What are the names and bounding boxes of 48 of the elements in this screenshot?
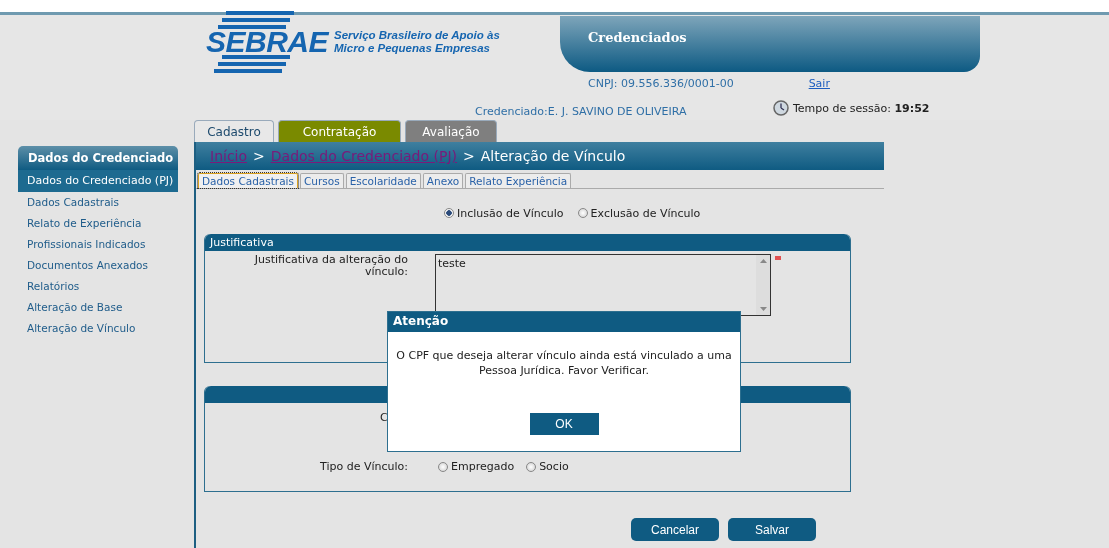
app-title: Credenciados — [588, 30, 687, 45]
breadcrumb-separator: > — [253, 148, 265, 164]
logo-tagline: Serviço Brasileiro de Apoio às — [334, 29, 500, 42]
sidebar-item[interactable]: Documentos Anexados — [18, 255, 178, 276]
sidebar-item[interactable]: Dados do Credenciado (PJ) — [18, 170, 178, 192]
sidebar-item[interactable]: Relatórios — [18, 276, 178, 297]
main-tab[interactable]: Contratação — [278, 120, 401, 142]
sub-tab[interactable]: Relato Experiência — [465, 173, 572, 188]
sub-tab[interactable]: Cursos — [300, 173, 344, 188]
main-tab[interactable]: Cadastro — [194, 120, 274, 142]
field-label: Tipo de Vínculo: — [319, 460, 408, 473]
radio-label: Empregado — [451, 460, 515, 473]
sidebar-item[interactable]: Alteração de Base — [18, 297, 178, 318]
radio-button[interactable] — [577, 208, 588, 218]
cnpj-text: CNPJ: 09.556.336/0001-00 — [588, 77, 734, 92]
scroll-up-icon[interactable] — [759, 259, 767, 263]
sidebar-title: Dados do Credenciado — [18, 146, 178, 170]
section-header: Justificativa — [205, 234, 850, 251]
sidebar-item[interactable]: Dados Cadastrais — [18, 192, 178, 213]
logout-link[interactable]: Sair — [808, 77, 830, 97]
logo-wordmark: SEBRAE — [206, 29, 329, 55]
sub-tab[interactable]: Dados Cadastrais — [198, 173, 298, 188]
sidebar-item[interactable]: Profissionais Indicados — [18, 234, 178, 255]
radio-label: Inclusão de Vínculo — [457, 206, 564, 220]
radio-button[interactable] — [526, 461, 537, 472]
sidebar-item[interactable]: Alteração de Vínculo — [18, 318, 178, 339]
scroll-down-icon[interactable] — [759, 307, 767, 311]
radio-button[interactable] — [444, 208, 454, 218]
dialog-message: O CPF que deseja alterar vínculo ainda está vinculado a uma Pessoa Jurídica. Favor Verificar. — [395, 348, 733, 379]
radio-label: Exclusão de Vínculo — [590, 206, 701, 220]
credenciado-text: Credenciado:E. J. SAVINO DE OLIVEIRA — [475, 103, 688, 118]
sub-tab[interactable]: Escolaridade — [345, 173, 421, 188]
radio-label: Socio — [539, 460, 569, 473]
sub-tab[interactable]: Anexo — [422, 173, 464, 188]
save-button[interactable]: Salvar — [728, 518, 816, 541]
main-tab[interactable]: Avaliação — [405, 120, 497, 142]
dialog-title: Atenção — [388, 312, 740, 332]
breadcrumb-separator: > — [463, 148, 475, 164]
ok-button[interactable]: OK — [529, 413, 599, 435]
session-timer: Tempo de sessão: 19:52 — [793, 101, 930, 115]
field-label: C — [380, 411, 388, 424]
breadcrumb-current: Alteração de Vínculo — [480, 148, 626, 164]
cancel-button[interactable]: Cancelar — [631, 518, 719, 541]
radio-button[interactable] — [438, 461, 448, 472]
clock-icon — [773, 100, 789, 116]
sidebar-item[interactable]: Relato de Experiência — [18, 213, 178, 234]
field-label: Justificativa da alteração do vínculo: — [253, 254, 408, 278]
logo-tagline: Micro e Pequenas Empresas — [334, 42, 491, 55]
